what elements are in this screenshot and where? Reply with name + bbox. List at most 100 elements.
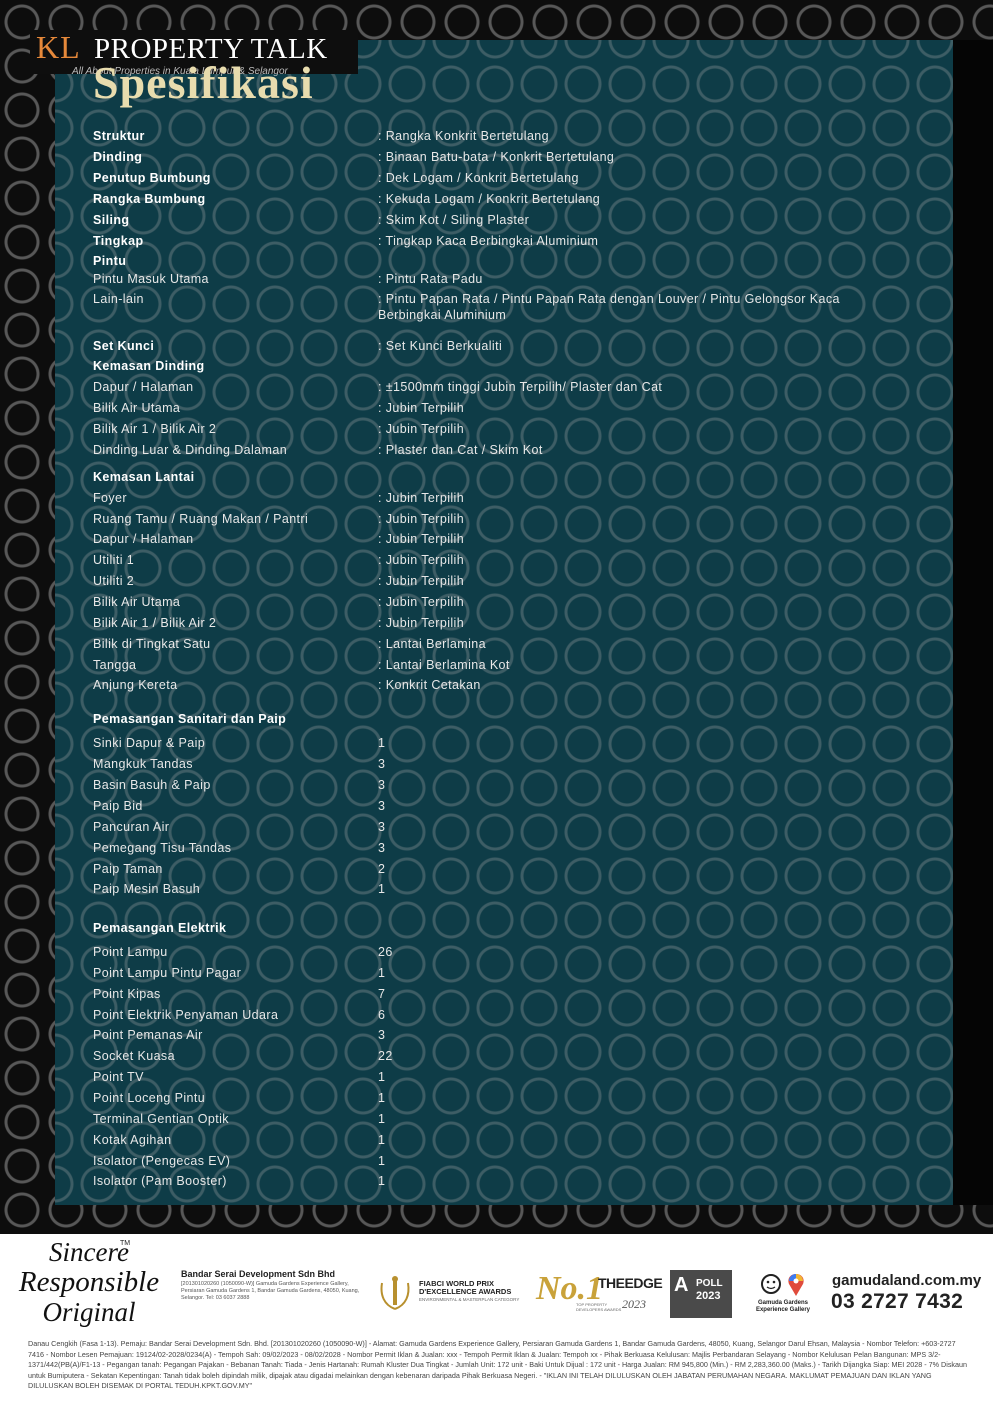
slogan-line-3: Original (42, 1297, 136, 1327)
page-title: Spesifikasi (93, 57, 314, 108)
spec-value: : Konkrit Cetakan (378, 678, 481, 692)
spec-label: Set Kunci (93, 339, 155, 353)
spec-value: 3 (378, 841, 386, 855)
waze-maps-icons (761, 1274, 804, 1296)
spec-label: Bilik Air 1 / Bilik Air 2 (93, 422, 217, 436)
spec-label: Point Elektrik Penyaman Udara (93, 1008, 279, 1022)
slogan-line-2: Responsible (18, 1266, 160, 1298)
spec-value: : Pintu Papan Rata / Pintu Papan Rata de… (378, 292, 840, 322)
spec-value: : Skim Kot / Siling Plaster (378, 213, 530, 227)
poll-word: POLL (696, 1278, 723, 1289)
trademark-mark: TM (120, 1240, 131, 1247)
spec-value: : Lantai Berlamina Kot (378, 658, 510, 672)
spec-label: Point TV (93, 1070, 144, 1084)
spec-value: 3 (378, 757, 386, 771)
spec-value: 1 (378, 966, 386, 980)
spec-label: Dapur / Halaman (93, 380, 194, 394)
spec-label: Dapur / Halaman (93, 532, 194, 546)
spec-label: Isolator (Pam Booster) (93, 1174, 227, 1188)
spec-label: Socket Kuasa (93, 1049, 175, 1063)
spec-value: : Jubin Terpilih (378, 401, 465, 415)
spec-value: : Jubin Terpilih (378, 532, 465, 546)
developer-name: Bandar Serai Development Sdn Bhd (181, 1269, 336, 1279)
spec-label: Pintu Masuk Utama (93, 272, 209, 286)
spec-value: : Jubin Terpilih (378, 595, 465, 609)
spec-value: : Dek Logam / Konkrit Bertetulang (378, 171, 579, 185)
poll-year: 2023 (696, 1290, 721, 1302)
spec-label: Tangga (93, 658, 137, 672)
spec-value: 3 (378, 778, 386, 792)
edge-logo: THEEDGE (598, 1275, 663, 1291)
spec-label: Bilik Air Utama (93, 595, 181, 609)
poll-badge: A POLL 2023 (670, 1270, 732, 1318)
spec-label: Pintu (93, 254, 127, 268)
spec-label: Pemegang Tisu Tandas (93, 841, 232, 855)
spec-value: : Jubin Terpilih (378, 574, 465, 588)
spec-label: Paip Bid (93, 799, 143, 813)
spec-label: Paip Taman (93, 862, 163, 876)
spec-value: 6 (378, 1008, 386, 1022)
spec-label: Mangkuk Tandas (93, 757, 193, 771)
spec-label: Lain-lain (93, 292, 144, 306)
spec-value: 1 (378, 1133, 386, 1147)
spec-label: Penutup Bumbung (93, 171, 211, 185)
spec-label: Bilik Air Utama (93, 401, 181, 415)
spec-label: Kotak Agihan (93, 1133, 172, 1147)
spec-value: 3 (378, 820, 386, 834)
spec-value: : Jubin Terpilih (378, 491, 465, 505)
spec-value: : Plaster dan Cat / Skim Kot (378, 443, 543, 457)
spec-label: Terminal Gentian Optik (93, 1112, 229, 1126)
spec-label: Basin Basuh & Paip (93, 778, 211, 792)
spec-value: : Set Kunci Berkualiti (378, 339, 503, 353)
spec-value: 7 (378, 987, 386, 1001)
website-link[interactable]: gamudaland.com.my (832, 1272, 981, 1289)
phone-number[interactable]: 03 2727 7432 (831, 1290, 963, 1314)
spec-label: Paip Mesin Basuh (93, 882, 201, 896)
fiabci-award: FIABCI WORLD PRIX D'EXCELLENCE AWARDS EN… (419, 1280, 529, 1304)
watermark-kl: KL (36, 29, 81, 65)
spec-label: Siling (93, 213, 130, 227)
spec-label: Kemasan Dinding (93, 359, 205, 373)
slogan-line-1: Sincere (49, 1237, 129, 1267)
spec-value: 3 (378, 799, 386, 813)
spec-value: 1 (378, 1154, 386, 1168)
fiabci-title: FIABCI WORLD PRIX D'EXCELLENCE AWARDS (419, 1279, 512, 1296)
spec-label: Point Lampu Pintu Pagar (93, 966, 242, 980)
spec-value: : Kekuda Logam / Konkrit Bertetulang (378, 192, 601, 206)
spec-value: 1 (378, 1112, 386, 1126)
spec-value: : Pintu Rata Padu (378, 272, 483, 286)
spec-value: : Lantai Berlamina (378, 637, 486, 651)
spec-value: 22 (378, 1049, 393, 1063)
spec-label: Rangka Bumbung (93, 192, 206, 206)
fiabci-laurel-icon (380, 1276, 410, 1310)
spec-value: 1 (378, 736, 386, 750)
spec-label: Sinki Dapur & Paip (93, 736, 206, 750)
spec-value: 3 (378, 1028, 386, 1042)
spec-value: : Jubin Terpilih (378, 422, 465, 436)
spec-value: 2 (378, 862, 386, 876)
spec-value: 1 (378, 882, 386, 896)
spec-label: Point Loceng Pintu (93, 1091, 206, 1105)
spec-value: : Jubin Terpilih (378, 512, 465, 526)
spec-value: : Jubin Terpilih (378, 553, 465, 567)
slogan: Sincere Responsible Original (14, 1238, 164, 1327)
spec-label: Dinding (93, 150, 143, 164)
spec-label: Pancuran Air (93, 820, 170, 834)
spec-value: : Binaan Batu-bata / Konkrit Bertetulang (378, 150, 615, 164)
spec-label: Bilik di Tingkat Satu (93, 637, 211, 651)
spec-label: Pemasangan Sanitari dan Paip (93, 712, 287, 726)
spec-value: : Jubin Terpilih (378, 616, 465, 630)
spec-label: Foyer (93, 491, 127, 505)
spec-label: Point Pemanas Air (93, 1028, 203, 1042)
spec-value: : Rangka Konkrit Bertetulang (378, 129, 550, 143)
spec-label: Isolator (Pengecas EV) (93, 1154, 231, 1168)
spec-label: Pemasangan Elektrik (93, 921, 227, 935)
right-strip (953, 40, 993, 1205)
spec-label: Anjung Kereta (93, 678, 178, 692)
spec-label: Bilik Air 1 / Bilik Air 2 (93, 616, 217, 630)
spec-value: : ±1500mm tinggi Jubin Terpilih/ Plaster… (378, 380, 663, 394)
spec-value: : Tingkap Kaca Berbingkai Aluminium (378, 234, 599, 248)
spec-label: Point Lampu (93, 945, 168, 959)
spec-label: Kemasan Lantai (93, 470, 195, 484)
spec-label: Utiliti 1 (93, 553, 135, 567)
